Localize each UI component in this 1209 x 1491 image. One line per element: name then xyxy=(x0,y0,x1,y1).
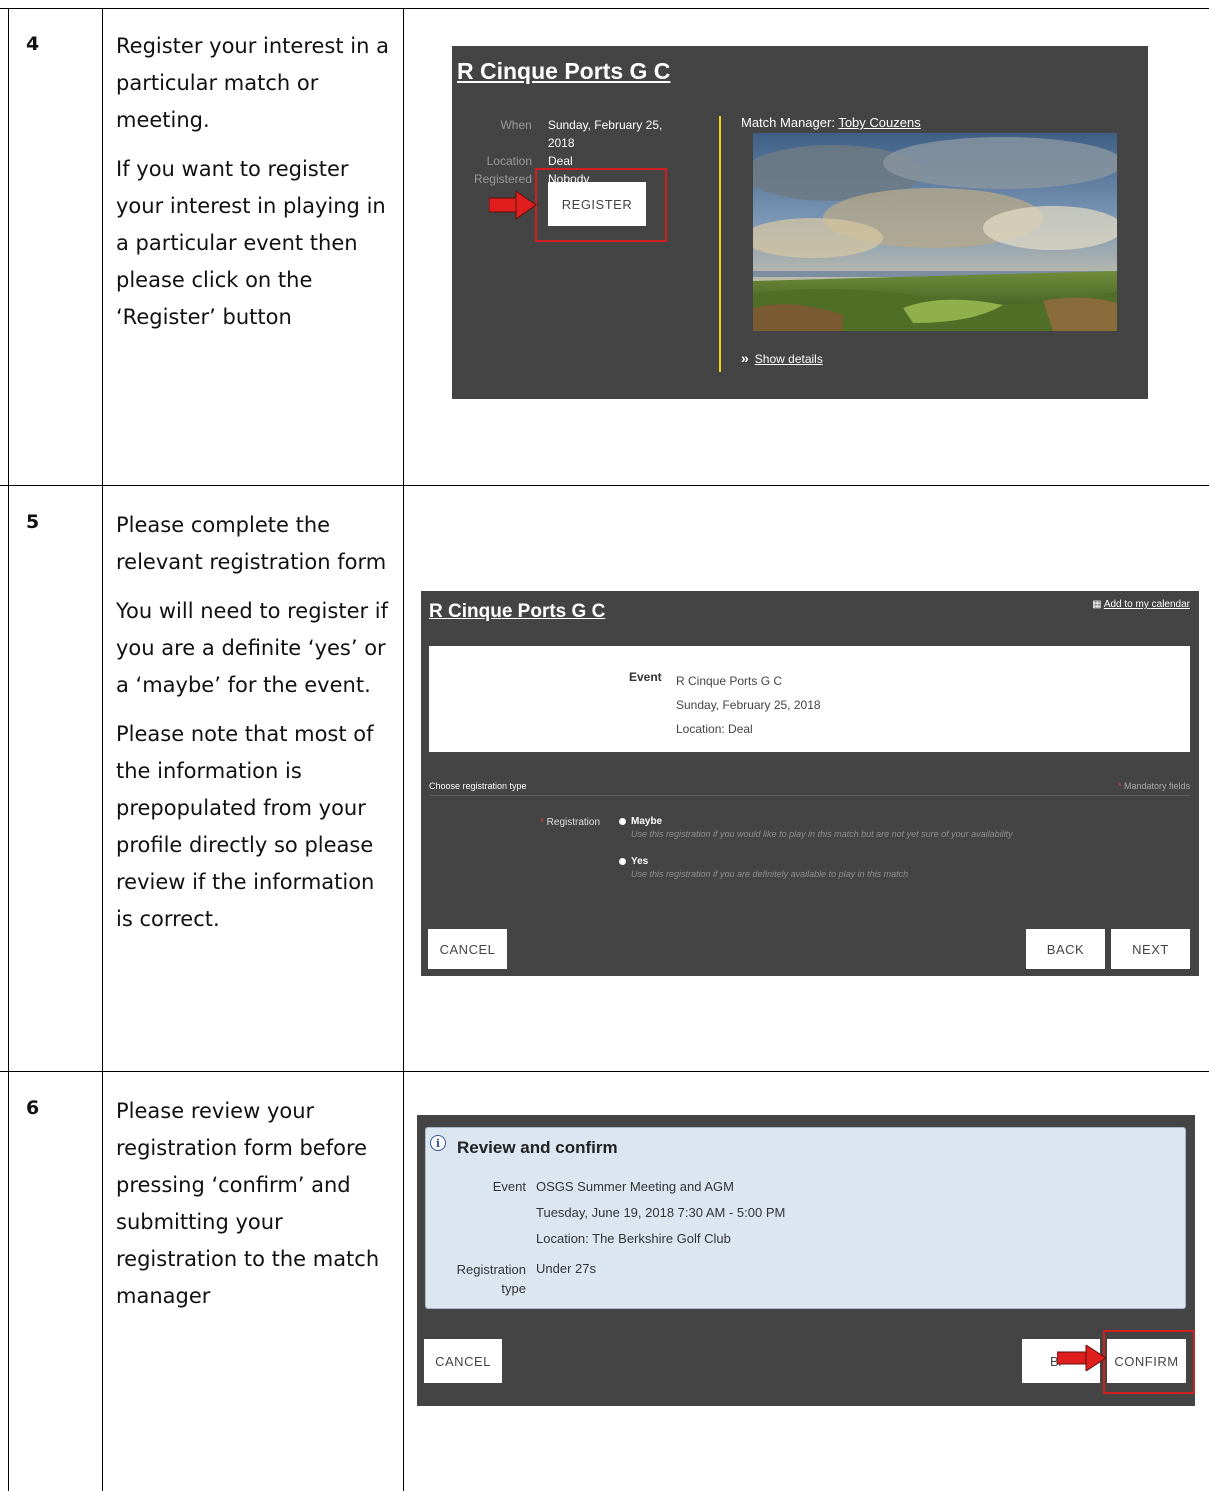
match-manager: Match Manager: Toby Couzens xyxy=(741,115,921,130)
registration-type-label-line2: type xyxy=(501,1281,526,1296)
event-label: Event xyxy=(492,1179,526,1194)
form-title[interactable]: R Cinque Ports G C xyxy=(429,601,605,623)
instruction-paragraph: Please review your registration form bef… xyxy=(116,1099,380,1308)
red-arrow-icon xyxy=(1057,1345,1107,1371)
event-details: OSGS Summer Meeting and AGM Tuesday, Jun… xyxy=(536,1174,785,1252)
option-name: Maybe xyxy=(631,816,663,827)
when-label: When xyxy=(500,118,532,132)
instruction-paragraph: You will need to register if you are a d… xyxy=(116,599,389,697)
table-border-left xyxy=(8,8,9,1491)
column-divider-1 xyxy=(102,8,103,1491)
calendar-icon: ▦ xyxy=(1092,599,1102,610)
event-details: R Cinque Ports G C Sunday, February 25, … xyxy=(676,669,821,741)
instruction-paragraph: If you want to register your interest in… xyxy=(116,157,386,329)
register-button[interactable]: REGISTER xyxy=(548,182,646,226)
event-name: R Cinque Ports G C xyxy=(676,674,783,688)
registration-label: * Registration xyxy=(540,817,601,828)
radio-dot-icon[interactable] xyxy=(619,817,626,825)
section-heading: Choose registration type xyxy=(429,781,527,791)
radio-dot-icon[interactable] xyxy=(619,857,626,865)
show-details[interactable]: » Show details xyxy=(741,350,823,366)
info-icon: i xyxy=(430,1135,446,1151)
registered-label: Registered xyxy=(473,172,532,186)
red-arrow-icon xyxy=(489,190,537,220)
step-instructions: Register your interest in a particular m… xyxy=(116,28,392,348)
step-instructions: Please review your registration form bef… xyxy=(116,1093,392,1327)
instruction-paragraph: Please note that most of the information… xyxy=(116,722,375,931)
section-divider xyxy=(429,795,1190,796)
add-to-calendar[interactable]: ▦ Add to my calendar xyxy=(1092,599,1190,610)
table-border-top xyxy=(0,8,1209,9)
option-name: Yes xyxy=(631,856,649,867)
row-divider-2 xyxy=(0,1071,1209,1072)
option-description: Use this registration if you would like … xyxy=(631,829,1013,839)
location-label: Location xyxy=(486,154,532,168)
step-instructions: Please complete the relevant registratio… xyxy=(116,507,392,950)
show-details-link[interactable]: Show details xyxy=(755,352,823,366)
registration-type-label-line1: Registration xyxy=(456,1262,526,1277)
registration-type-label: Registration type xyxy=(426,1260,526,1298)
highlight-box xyxy=(1103,1330,1195,1394)
registration-label-text: Registration xyxy=(546,817,601,828)
when-value: Sunday, February 25, 2018 xyxy=(547,118,663,150)
back-button[interactable]: BACK xyxy=(1026,929,1105,969)
option-description: Use this registration if you are definit… xyxy=(631,869,909,879)
match-card-screenshot: R Cinque Ports G C When Sunday, February … xyxy=(452,46,1148,399)
event-location: Location: Deal xyxy=(676,722,753,736)
cancel-button[interactable]: CANCEL xyxy=(428,929,507,969)
event-date: Sunday, February 25, 2018 xyxy=(676,698,821,712)
registration-type-value: Under 27s xyxy=(536,1261,596,1276)
match-manager-link[interactable]: Toby Couzens xyxy=(838,115,920,130)
golf-course-photo xyxy=(753,133,1117,331)
review-confirm-screenshot: i Review and confirm Event OSGS Summer M… xyxy=(417,1115,1195,1406)
step-number: 4 xyxy=(26,33,40,55)
yellow-divider xyxy=(719,116,721,372)
column-divider-2 xyxy=(403,8,404,1491)
event-location: Location: The Berkshire Golf Club xyxy=(536,1231,731,1246)
mandatory-note: * Mandatory fields xyxy=(1117,781,1190,791)
match-manager-label: Match Manager: xyxy=(741,115,835,130)
event-name: OSGS Summer Meeting and AGM xyxy=(536,1179,734,1194)
match-title[interactable]: R Cinque Ports G C xyxy=(457,58,670,85)
cancel-button[interactable]: CANCEL xyxy=(424,1339,502,1383)
instruction-paragraph: Please complete the relevant registratio… xyxy=(116,513,387,574)
instruction-paragraph: Register your interest in a particular m… xyxy=(116,34,389,132)
row-divider-1 xyxy=(0,485,1209,486)
next-button[interactable]: NEXT xyxy=(1111,929,1190,969)
step-number: 5 xyxy=(26,511,40,533)
step-number: 6 xyxy=(26,1097,40,1119)
event-summary-box: Event R Cinque Ports G C Sunday, Februar… xyxy=(429,646,1190,752)
review-title: Review and confirm xyxy=(457,1138,618,1157)
radio-option-maybe[interactable]: Maybe Use this registration if you would… xyxy=(619,816,1013,839)
add-to-calendar-link[interactable]: Add to my calendar xyxy=(1104,599,1190,610)
registration-form-screenshot: R Cinque Ports G C ▦ Add to my calendar … xyxy=(421,591,1199,976)
mandatory-text: Mandatory fields xyxy=(1123,781,1190,791)
event-date: Tuesday, June 19, 2018 7:30 AM - 5:00 PM xyxy=(536,1205,786,1220)
double-chevron-icon: » xyxy=(741,350,749,366)
review-card: i Review and confirm Event OSGS Summer M… xyxy=(425,1127,1186,1309)
radio-option-yes[interactable]: Yes Use this registration if you are def… xyxy=(619,856,908,879)
event-label: Event xyxy=(629,670,662,684)
